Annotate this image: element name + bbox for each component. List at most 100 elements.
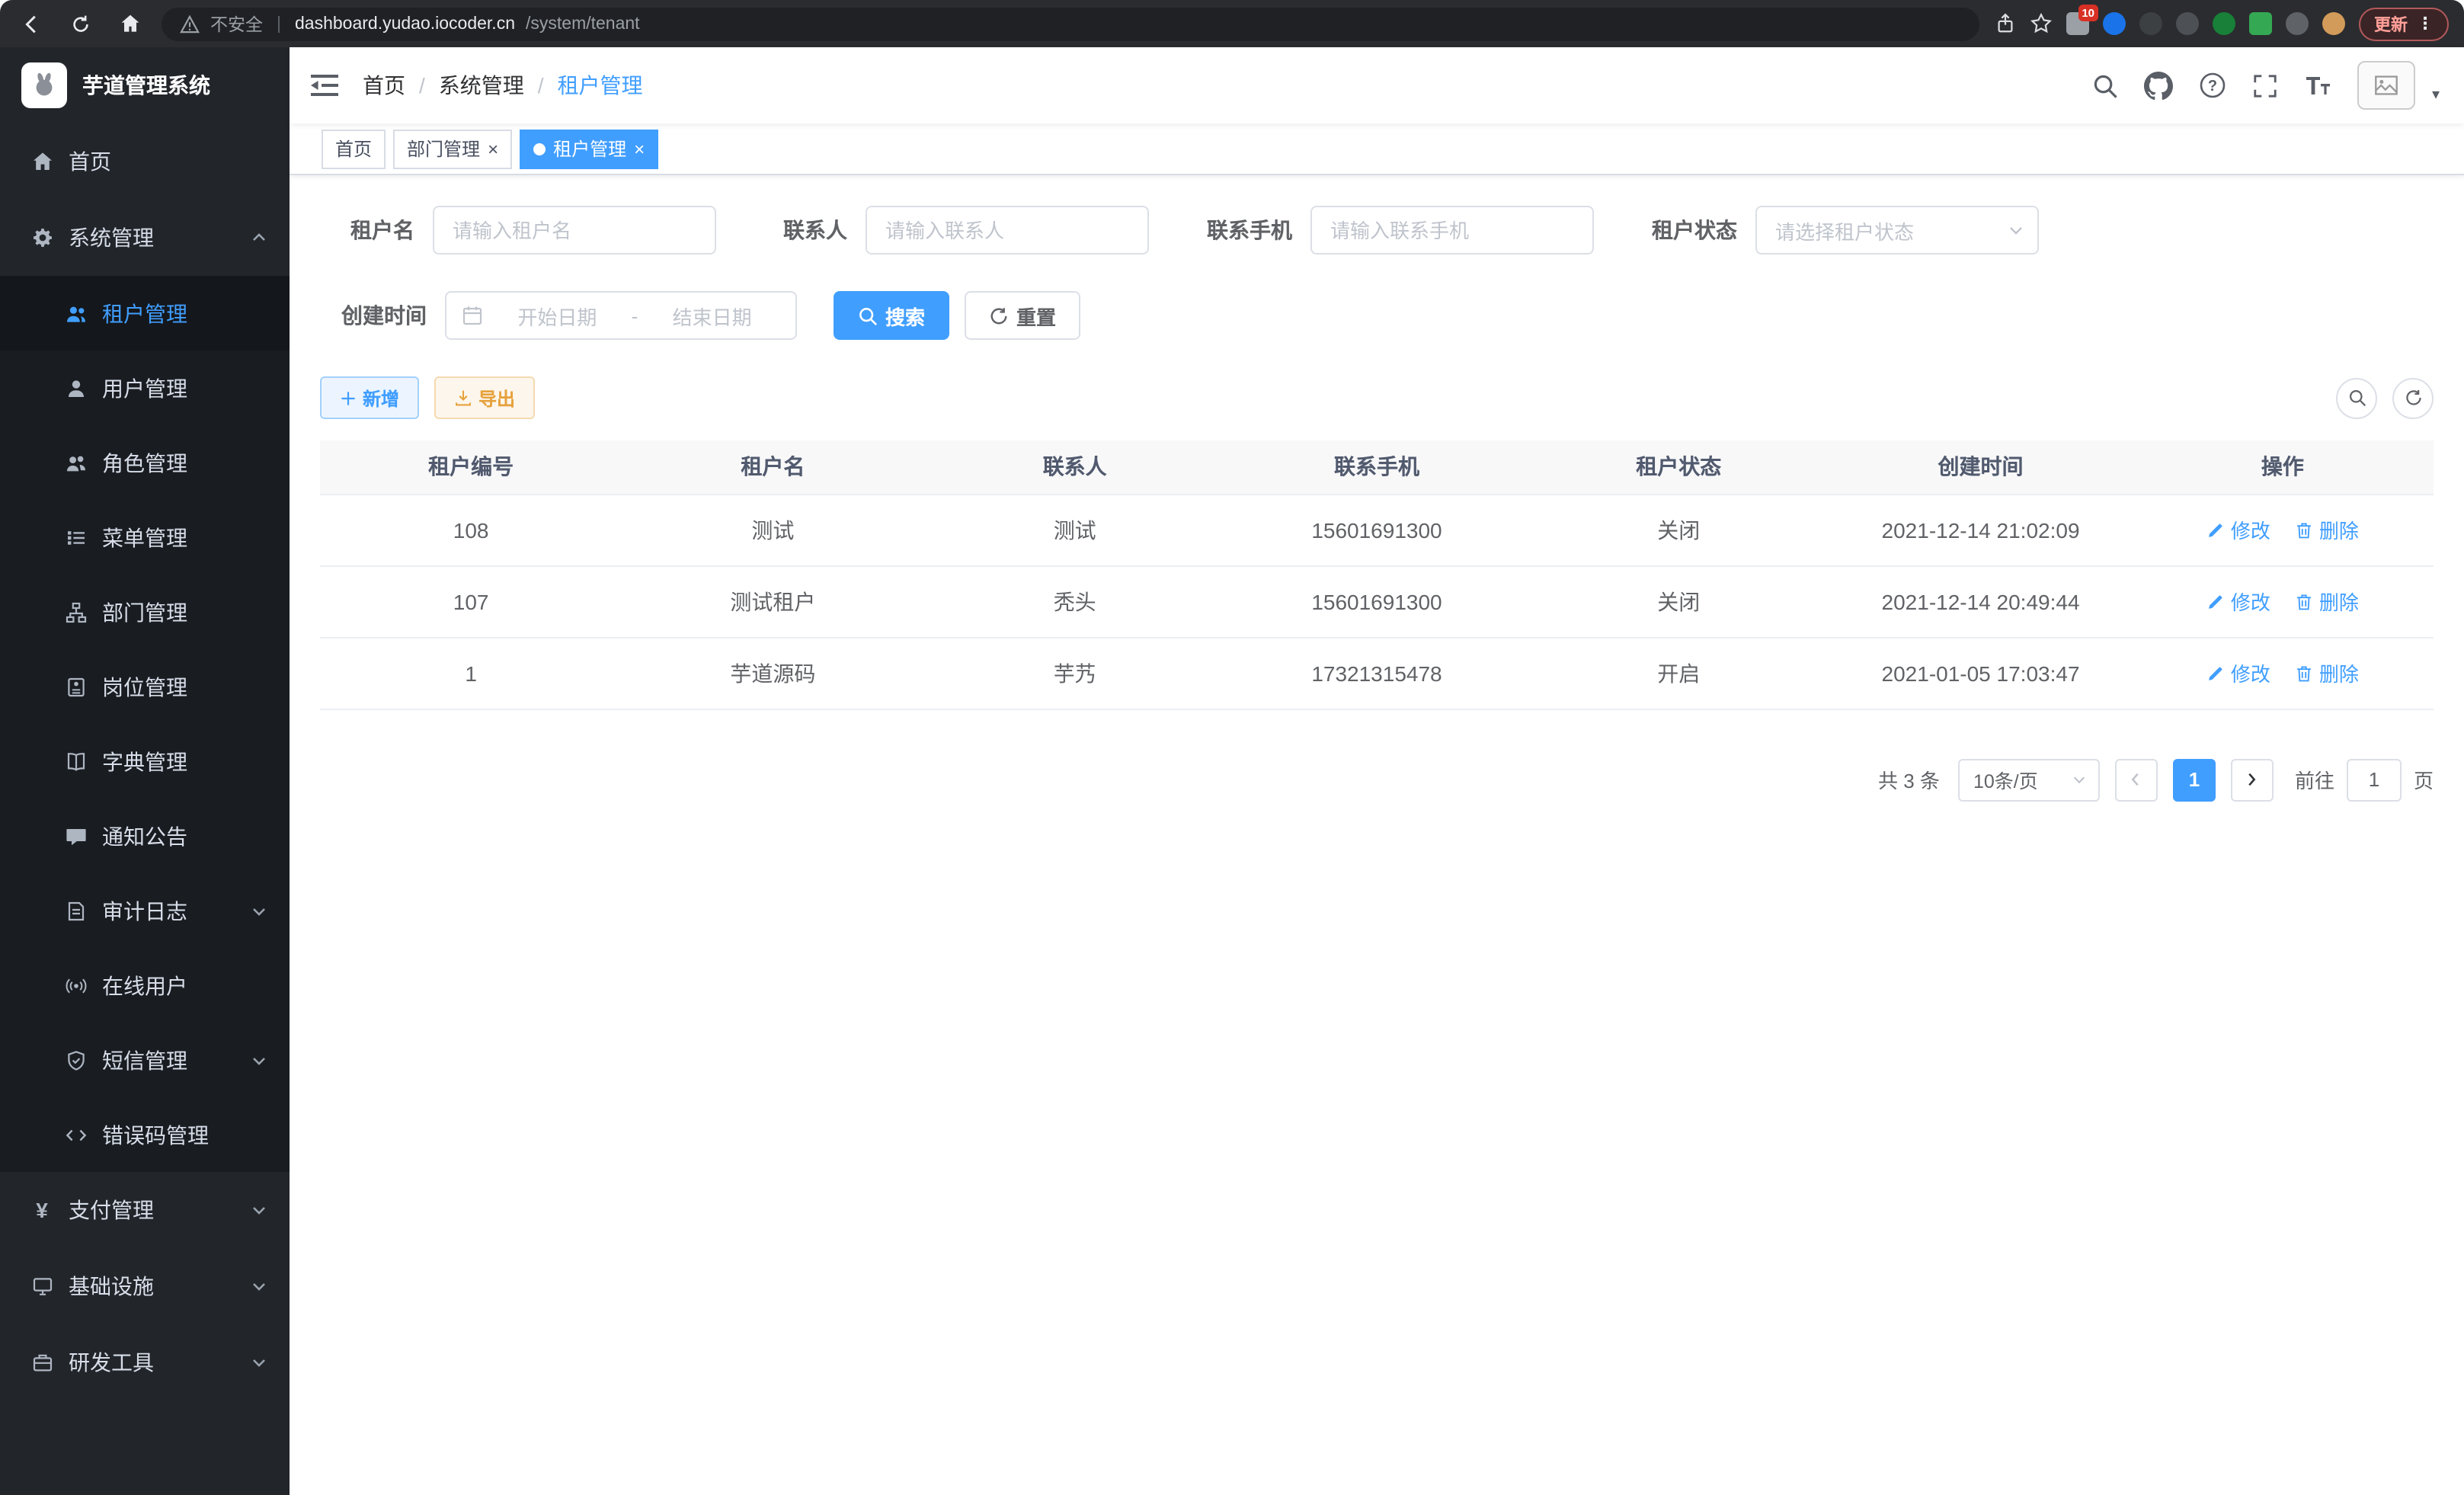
- sidebar-menu: 首页 系统管理 租户管理 用户管理: [0, 123, 290, 1495]
- sidebar-item-role[interactable]: 角色管理: [0, 425, 290, 500]
- sidebar-item-notice[interactable]: 通知公告: [0, 799, 290, 873]
- browser-back-icon[interactable]: [15, 7, 49, 40]
- breadcrumb-system[interactable]: 系统管理: [439, 70, 524, 101]
- tab-close-icon[interactable]: ×: [488, 139, 498, 158]
- extension-icon[interactable]: [2176, 12, 2199, 35]
- security-label[interactable]: 不安全: [210, 11, 263, 36]
- sidebar-item-tenant[interactable]: 租户管理: [0, 276, 290, 351]
- col-actions: 操作: [2132, 440, 2434, 494]
- monitor-icon: [30, 1275, 53, 1298]
- edit-button[interactable]: 修改: [2206, 658, 2270, 687]
- edit-button[interactable]: 修改: [2206, 587, 2270, 616]
- chevron-up-icon: [250, 229, 268, 247]
- phone-input[interactable]: [1310, 206, 1594, 255]
- not-secure-icon[interactable]: [180, 14, 200, 33]
- help-icon[interactable]: ?: [2199, 72, 2226, 99]
- date-range-picker[interactable]: 开始日期 - 结束日期: [445, 291, 797, 340]
- app-title: 芋道管理系统: [82, 70, 210, 101]
- sidebar-item-post[interactable]: 岗位管理: [0, 649, 290, 724]
- next-page-button[interactable]: [2231, 758, 2274, 801]
- sidebar-item-infrastructure[interactable]: 基础设施: [0, 1248, 290, 1324]
- tenant-name-input[interactable]: [433, 206, 716, 255]
- status-text: 关闭: [1528, 494, 1829, 565]
- refresh-table-button[interactable]: [2392, 377, 2434, 418]
- edit-button[interactable]: 修改: [2206, 515, 2270, 544]
- profile-avatar[interactable]: [2322, 12, 2345, 35]
- breadcrumb-home[interactable]: 首页: [363, 70, 405, 101]
- sidebar-item-dept[interactable]: 部门管理: [0, 575, 290, 649]
- sidebar-item-audit-log[interactable]: 审计日志: [0, 873, 290, 948]
- sidebar-item-home[interactable]: 首页: [0, 123, 290, 200]
- status-text: 开启: [1528, 637, 1829, 709]
- sidebar-item-dict[interactable]: 字典管理: [0, 724, 290, 799]
- delete-button[interactable]: 删除: [2295, 658, 2359, 687]
- toggle-search-button[interactable]: [2336, 377, 2377, 418]
- extension-icon[interactable]: [2103, 12, 2126, 35]
- url-domain[interactable]: dashboard.yudao.iocoder.cn: [295, 14, 515, 33]
- bookmark-star-icon[interactable]: [2030, 12, 2053, 35]
- extension-icon[interactable]: [2286, 12, 2309, 35]
- tag-home[interactable]: 首页: [322, 129, 386, 168]
- caret-down-icon[interactable]: ▾: [2432, 87, 2440, 110]
- pagination: 共 3 条 10条/页 1 前往 页: [320, 758, 2434, 801]
- search-icon[interactable]: [2092, 72, 2118, 98]
- prev-page-button[interactable]: [2115, 758, 2158, 801]
- tag-dept[interactable]: 部门管理 ×: [393, 129, 512, 168]
- font-size-icon[interactable]: [2304, 74, 2331, 97]
- sidebar-item-user[interactable]: 用户管理: [0, 351, 290, 425]
- delete-button[interactable]: 删除: [2295, 515, 2359, 544]
- tag-tenant-active[interactable]: 租户管理 ×: [520, 129, 658, 168]
- page-size-select[interactable]: 10条/页: [1958, 758, 2100, 801]
- col-created: 创建时间: [1829, 440, 2131, 494]
- contact-input[interactable]: [866, 206, 1149, 255]
- search-button[interactable]: 搜索: [834, 291, 949, 340]
- sidebar-collapse-icon[interactable]: [311, 73, 338, 98]
- sidebar-item-system[interactable]: 系统管理: [0, 200, 290, 276]
- chrome-update-button[interactable]: 更新 ⋮: [2359, 7, 2449, 40]
- table-header-row: 租户编号 租户名 联系人 联系手机 租户状态 创建时间 操作: [320, 440, 2434, 494]
- sidebar-item-online-users[interactable]: 在线用户: [0, 948, 290, 1023]
- phone-label: 联系手机: [1186, 215, 1292, 245]
- sidebar-item-sms[interactable]: 短信管理: [0, 1023, 290, 1097]
- reset-button[interactable]: 重置: [965, 291, 1080, 340]
- col-tenant-id: 租户编号: [320, 440, 622, 494]
- org-tree-icon: [64, 600, 87, 623]
- table-row: 1 芋道源码 芋艿 17321315478 开启 2021-01-05 17:0…: [320, 637, 2434, 709]
- date-end-placeholder: 结束日期: [644, 301, 780, 330]
- sidebar-item-menu[interactable]: 菜单管理: [0, 500, 290, 575]
- share-icon[interactable]: [1995, 12, 2016, 35]
- sidebar-item-error-code[interactable]: 错误码管理: [0, 1097, 290, 1172]
- goto-label: 前往: [2295, 765, 2334, 794]
- fullscreen-icon[interactable]: [2252, 72, 2278, 98]
- goto-page-input[interactable]: [2347, 758, 2402, 801]
- tab-close-icon[interactable]: ×: [634, 139, 645, 158]
- page-content: 租户名 联系人 联系手机 租户状态 请选择租户状态: [290, 175, 2464, 1495]
- status-select[interactable]: 请选择租户状态: [1755, 206, 2039, 255]
- delete-button[interactable]: 删除: [2295, 587, 2359, 616]
- add-button[interactable]: 新增: [320, 376, 419, 419]
- browser-home-icon[interactable]: [113, 7, 146, 40]
- topbar: 首页 / 系统管理 / 租户管理 ?: [290, 47, 2464, 123]
- extension-icon[interactable]: [2213, 12, 2235, 35]
- page-number-1[interactable]: 1: [2173, 758, 2216, 801]
- browser-menu-icon[interactable]: ⋮: [2417, 14, 2434, 34]
- tenant-name-label: 租户名: [320, 215, 414, 245]
- url-path[interactable]: /system/tenant: [526, 14, 640, 33]
- sidebar-item-payment[interactable]: ¥ 支付管理: [0, 1172, 290, 1248]
- extension-icon[interactable]: [2139, 12, 2162, 35]
- github-icon[interactable]: [2144, 71, 2173, 100]
- user-icon: [64, 376, 87, 399]
- status-text: 关闭: [1528, 565, 1829, 637]
- address-bar[interactable]: 不安全 | dashboard.yudao.iocoder.cn/system/…: [162, 7, 1979, 40]
- extension-icon[interactable]: 10: [2066, 12, 2089, 35]
- breadcrumb-current: 租户管理: [558, 70, 643, 101]
- export-button[interactable]: 导出: [434, 376, 535, 419]
- logo-row[interactable]: 芋道管理系统: [0, 47, 290, 123]
- tenant-users-icon: [64, 302, 87, 325]
- browser-refresh-icon[interactable]: [64, 7, 98, 40]
- extension-icon[interactable]: [2249, 12, 2272, 35]
- avatar[interactable]: [2357, 61, 2415, 110]
- svg-text:?: ?: [2208, 78, 2217, 94]
- sidebar-item-dev-tools[interactable]: 研发工具: [0, 1324, 290, 1401]
- chevron-down-icon: [250, 1051, 268, 1069]
